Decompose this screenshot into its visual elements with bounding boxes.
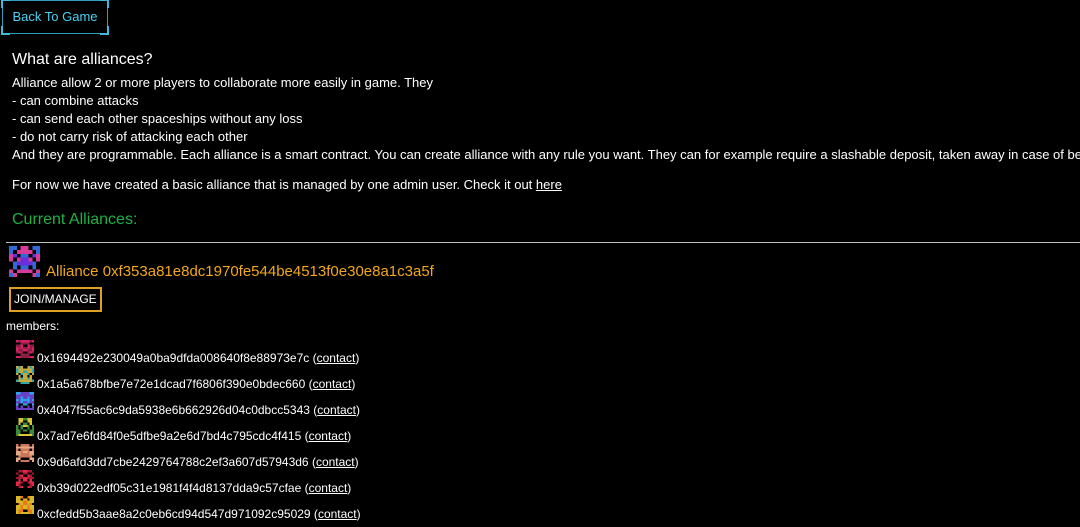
member-contact-link[interactable]: contact: [317, 403, 356, 417]
member-avatar-icon: [16, 444, 34, 462]
member-address: 0x9d6afd3dd7cbe2429764788c2ef3a607d57943…: [37, 455, 309, 469]
member-entry: 0x7ad7e6fd84f0e5dfbe9a2e6d7bd4c795cdc4f4…: [37, 429, 352, 443]
back-to-game-button[interactable]: Back To Game: [1, 0, 109, 35]
member-avatar-icon: [16, 366, 34, 384]
member-entry: 0xb39d022edf05c31e1981f4f4d8137dda9c57cf…: [37, 481, 352, 495]
member-avatar-icon: [16, 496, 34, 514]
member-entry: 0xcfedd5b3aae8a2c0eb6cd94d547d971092c950…: [37, 507, 361, 521]
member-entry: 0x9d6afd3dd7cbe2429764788c2ef3a607d57943…: [37, 455, 359, 469]
member-avatar-icon: [16, 418, 34, 436]
join-manage-button[interactable]: JOIN/MANAGE: [9, 287, 102, 312]
alliance-name: Alliance 0xf353a81e8dc1970fe544be4513f0e…: [46, 263, 434, 280]
member-avatar-icon: [16, 340, 34, 358]
intro-line: - can send each other spaceships without…: [12, 111, 303, 126]
frame-corner: [100, 26, 109, 35]
intro-line: - do not carry risk of attacking each ot…: [12, 129, 248, 144]
member-contact-link[interactable]: contact: [309, 481, 348, 495]
member-avatar-icon: [16, 470, 34, 488]
member-entry: 0x4047f55ac6c9da5938e6b662926d04c0dbcc53…: [37, 403, 360, 417]
member-contact-link[interactable]: contact: [316, 455, 355, 469]
basic-alliance-line: For now we have created a basic alliance…: [12, 176, 1078, 194]
member-entry: 0x1a5a678bfbe7e72e1dcad7f6806f390e0bdec6…: [37, 377, 356, 391]
member-address: 0xb39d022edf05c31e1981f4f4d8137dda9c57cf…: [37, 481, 302, 495]
member-address: 0x7ad7e6fd84f0e5dfbe9a2e6d7bd4c795cdc4f4…: [37, 429, 302, 443]
intro-line: And they are programmable. Each alliance…: [12, 147, 1080, 162]
member-address: 0x1694492e230049a0ba9dfda008640f8e88973e…: [37, 351, 310, 365]
current-alliances-title: Current Alliances:: [12, 211, 138, 228]
basic-alliance-link[interactable]: here: [536, 177, 562, 192]
basic-alliance-text: For now we have created a basic alliance…: [12, 177, 536, 192]
alliance-avatar-icon: [9, 246, 40, 277]
frame-corner: [1, 26, 10, 35]
members-label: members:: [6, 319, 60, 333]
member-avatar-icon: [16, 392, 34, 410]
back-to-game-label: Back To Game: [12, 9, 98, 24]
member-address: 0xcfedd5b3aae8a2c0eb6cd94d547d971092c950…: [37, 507, 311, 521]
member-contact-link[interactable]: contact: [313, 377, 352, 391]
intro-line: - can combine attacks: [12, 93, 139, 108]
member-entry: 0x1694492e230049a0ba9dfda008640f8e88973e…: [37, 351, 360, 365]
member-contact-link[interactable]: contact: [317, 351, 356, 365]
frame-corner: [100, 0, 109, 8]
member-address: 0x4047f55ac6c9da5938e6b662926d04c0dbcc53…: [37, 403, 310, 417]
alliances-page: Back To Game What are alliances? Allianc…: [0, 0, 1080, 527]
alliances-intro: What are alliances? Alliance allow 2 or …: [12, 50, 1080, 194]
member-contact-link[interactable]: contact: [309, 429, 348, 443]
member-address: 0x1a5a678bfbe7e72e1dcad7f6806f390e0bdec6…: [37, 377, 306, 391]
member-contact-link[interactable]: contact: [318, 507, 357, 521]
divider: [6, 242, 1080, 243]
intro-line: Alliance allow 2 or more players to coll…: [12, 75, 434, 90]
frame-corner: [1, 0, 10, 8]
intro-heading: What are alliances?: [12, 51, 153, 68]
